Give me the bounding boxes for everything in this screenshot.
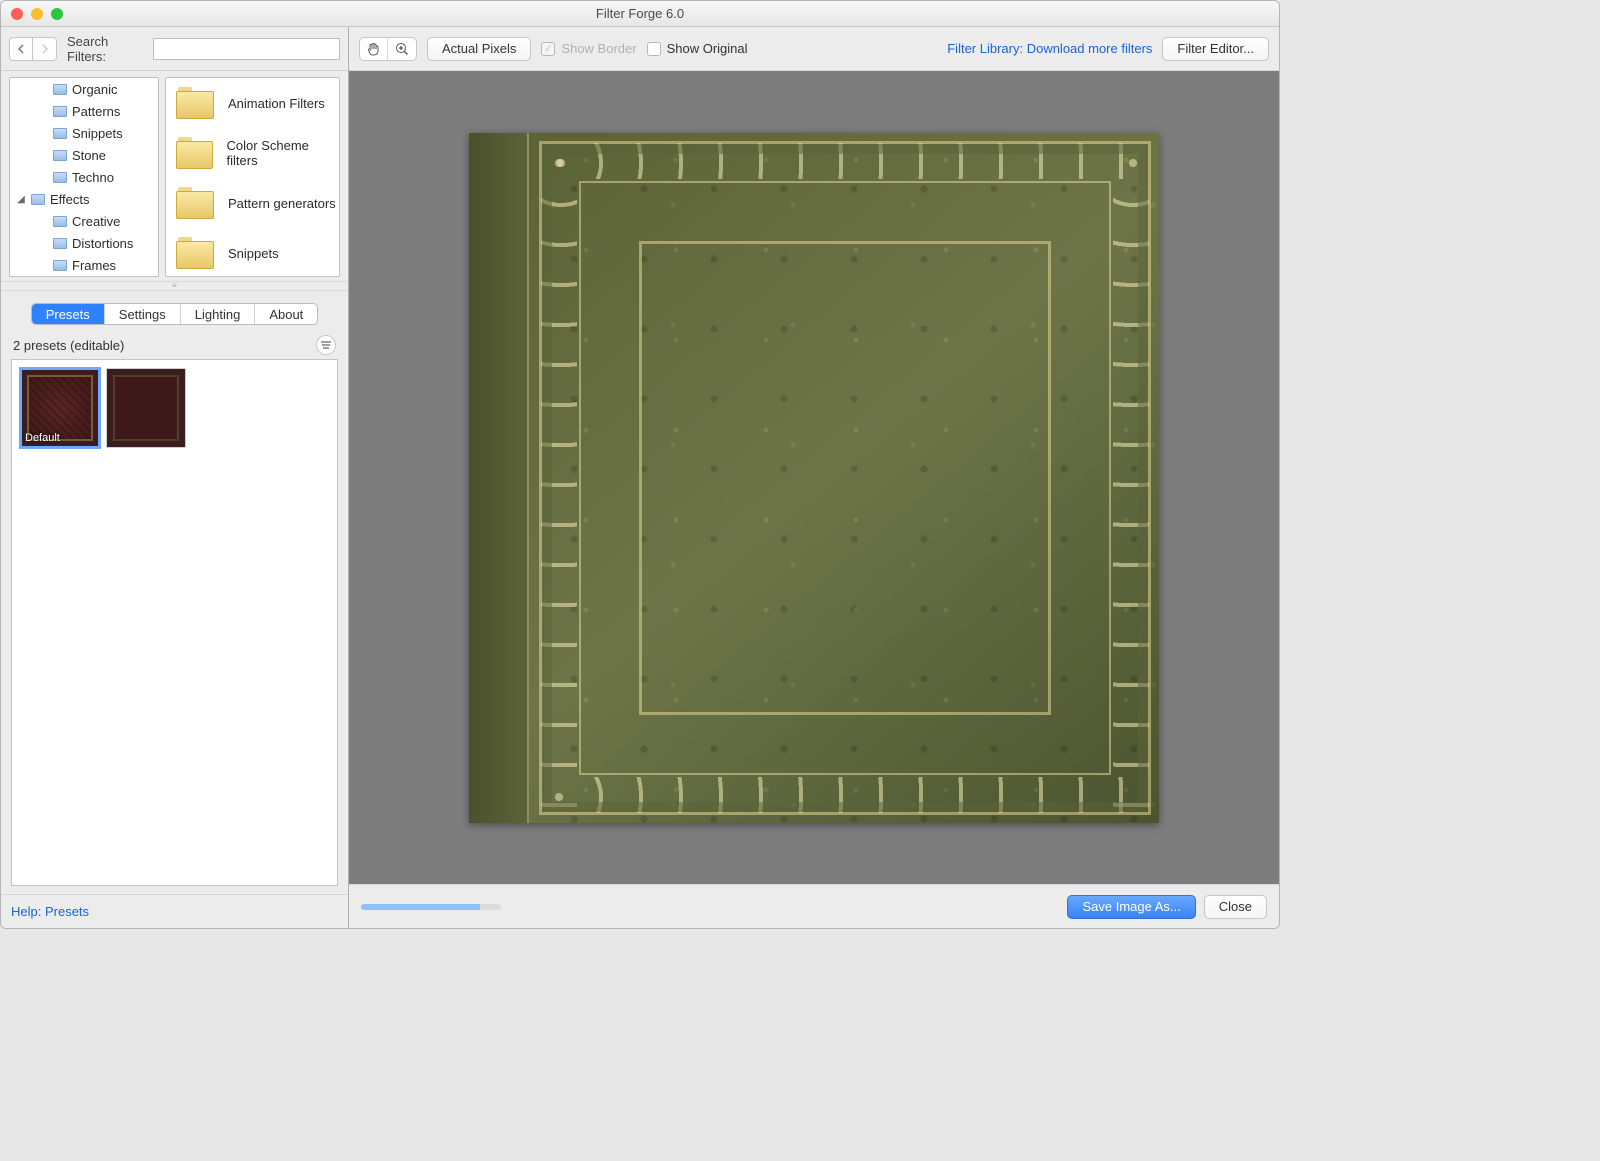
bottom-bar: Save Image As... Close bbox=[349, 884, 1279, 928]
tree-item-label: Techno bbox=[72, 170, 114, 185]
grip-icon bbox=[160, 284, 190, 288]
show-border-checkbox: ✓ Show Border bbox=[541, 41, 636, 56]
tree-item-label: Frames bbox=[72, 258, 116, 273]
tab-lighting[interactable]: Lighting bbox=[181, 304, 256, 324]
titlebar: Filter Forge 6.0 bbox=[1, 1, 1279, 27]
tree-item-creative[interactable]: Creative bbox=[10, 210, 158, 232]
checkbox-icon: ✓ bbox=[541, 42, 555, 56]
horizontal-splitter[interactable] bbox=[1, 281, 348, 291]
filter-editor-button[interactable]: Filter Editor... bbox=[1162, 37, 1269, 61]
sidebar: Search Filters: Organic Patterns Snippet… bbox=[1, 27, 349, 928]
caret-down-icon: ◢ bbox=[16, 194, 26, 205]
tree-item-label: Organic bbox=[72, 82, 118, 97]
window-title: Filter Forge 6.0 bbox=[1, 6, 1279, 21]
save-image-button[interactable]: Save Image As... bbox=[1067, 895, 1195, 919]
preview-viewport[interactable] bbox=[349, 71, 1279, 884]
zoom-tool-button[interactable] bbox=[388, 38, 416, 60]
tree-item-label: Stone bbox=[72, 148, 106, 163]
help-row: Help: Presets bbox=[1, 894, 348, 928]
actual-pixels-button[interactable]: Actual Pixels bbox=[427, 37, 531, 61]
hand-icon bbox=[366, 41, 382, 57]
folder-item-label: Pattern generators bbox=[228, 196, 336, 211]
checkbox-label: Show Border bbox=[561, 41, 636, 56]
app-window: Filter Forge 6.0 Search Filters: bbox=[0, 0, 1280, 929]
tree-item-stone[interactable]: Stone bbox=[10, 144, 158, 166]
tree-item-label: Effects bbox=[50, 192, 90, 207]
folder-list[interactable]: Animation Filters Color Scheme filters P… bbox=[165, 77, 340, 277]
tree-item-label: Distortions bbox=[72, 236, 133, 251]
tree-item-label: Creative bbox=[72, 214, 120, 229]
tab-bar: Presets Settings Lighting About bbox=[31, 303, 319, 325]
tree-item-organic[interactable]: Organic bbox=[10, 78, 158, 100]
folder-icon bbox=[53, 150, 67, 161]
preview-toolbar: Actual Pixels ✓ Show Border Show Origina… bbox=[349, 27, 1279, 71]
folder-item-label: Color Scheme filters bbox=[227, 138, 339, 168]
folder-icon bbox=[53, 84, 67, 95]
history-nav bbox=[9, 37, 57, 61]
folder-icon bbox=[53, 238, 67, 249]
checkbox-label: Show Original bbox=[667, 41, 748, 56]
folder-icon bbox=[53, 260, 67, 271]
filter-library-link[interactable]: Filter Library: Download more filters bbox=[947, 41, 1152, 56]
tab-presets[interactable]: Presets bbox=[32, 304, 105, 324]
show-original-checkbox[interactable]: Show Original bbox=[647, 41, 748, 56]
close-button[interactable]: Close bbox=[1204, 895, 1267, 919]
render-progress bbox=[361, 904, 501, 910]
preview-image bbox=[469, 133, 1159, 823]
tabs-row: Presets Settings Lighting About bbox=[1, 291, 348, 335]
tree-item-misc[interactable]: Misc (1) bbox=[10, 276, 158, 277]
tab-about[interactable]: About bbox=[255, 304, 317, 324]
pan-tool-button[interactable] bbox=[360, 38, 388, 60]
checkbox-icon bbox=[647, 42, 661, 56]
folder-icon bbox=[53, 106, 67, 117]
tree-item-distortions[interactable]: Distortions bbox=[10, 232, 158, 254]
progress-fill bbox=[361, 904, 480, 910]
folder-item-color-scheme[interactable]: Color Scheme filters bbox=[166, 128, 339, 178]
presets-panel: Default bbox=[11, 359, 338, 886]
folder-icon bbox=[53, 172, 67, 183]
folder-item-pattern-gen[interactable]: Pattern generators bbox=[166, 178, 339, 228]
magnifier-plus-icon bbox=[394, 41, 410, 57]
preview-column: Actual Pixels ✓ Show Border Show Origina… bbox=[349, 27, 1279, 928]
folder-icon bbox=[53, 216, 67, 227]
preset-thumb-2[interactable] bbox=[106, 368, 186, 448]
sort-icon bbox=[320, 339, 332, 351]
search-label: Search Filters: bbox=[67, 34, 147, 64]
nav-forward-button[interactable] bbox=[33, 37, 57, 61]
preset-thumb-default[interactable]: Default bbox=[20, 368, 100, 448]
presets-sort-button[interactable] bbox=[316, 335, 336, 355]
tree-item-frames[interactable]: Frames bbox=[10, 254, 158, 276]
zoom-tool-group bbox=[359, 37, 417, 61]
folder-icon bbox=[176, 137, 213, 169]
presets-count-label: 2 presets (editable) bbox=[13, 338, 124, 353]
folder-icon bbox=[176, 187, 214, 219]
chevron-right-icon bbox=[41, 44, 49, 54]
folder-item-label: Animation Filters bbox=[228, 96, 325, 111]
tree-item-techno[interactable]: Techno bbox=[10, 166, 158, 188]
folder-item-animation[interactable]: Animation Filters bbox=[166, 78, 339, 128]
search-input[interactable] bbox=[153, 38, 340, 60]
folder-icon bbox=[176, 237, 214, 269]
tree-item-snippets[interactable]: Snippets bbox=[10, 122, 158, 144]
folder-icon bbox=[31, 194, 45, 205]
help-link[interactable]: Help: Presets bbox=[11, 904, 89, 919]
folder-icon bbox=[176, 87, 214, 119]
folder-item-label: Snippets bbox=[228, 246, 279, 261]
search-row: Search Filters: bbox=[1, 27, 348, 71]
tree-item-patterns[interactable]: Patterns bbox=[10, 100, 158, 122]
chevron-left-icon bbox=[17, 44, 25, 54]
folder-item-snippets[interactable]: Snippets bbox=[166, 228, 339, 277]
category-tree[interactable]: Organic Patterns Snippets Stone Techno ◢… bbox=[9, 77, 159, 277]
tree-item-effects[interactable]: ◢ Effects bbox=[10, 188, 158, 210]
tree-item-label: Patterns bbox=[72, 104, 120, 119]
tree-item-label: Snippets bbox=[72, 126, 123, 141]
nav-back-button[interactable] bbox=[9, 37, 33, 61]
preset-preview bbox=[113, 375, 179, 441]
tab-settings[interactable]: Settings bbox=[105, 304, 181, 324]
folder-icon bbox=[53, 128, 67, 139]
preset-label: Default bbox=[25, 432, 60, 444]
